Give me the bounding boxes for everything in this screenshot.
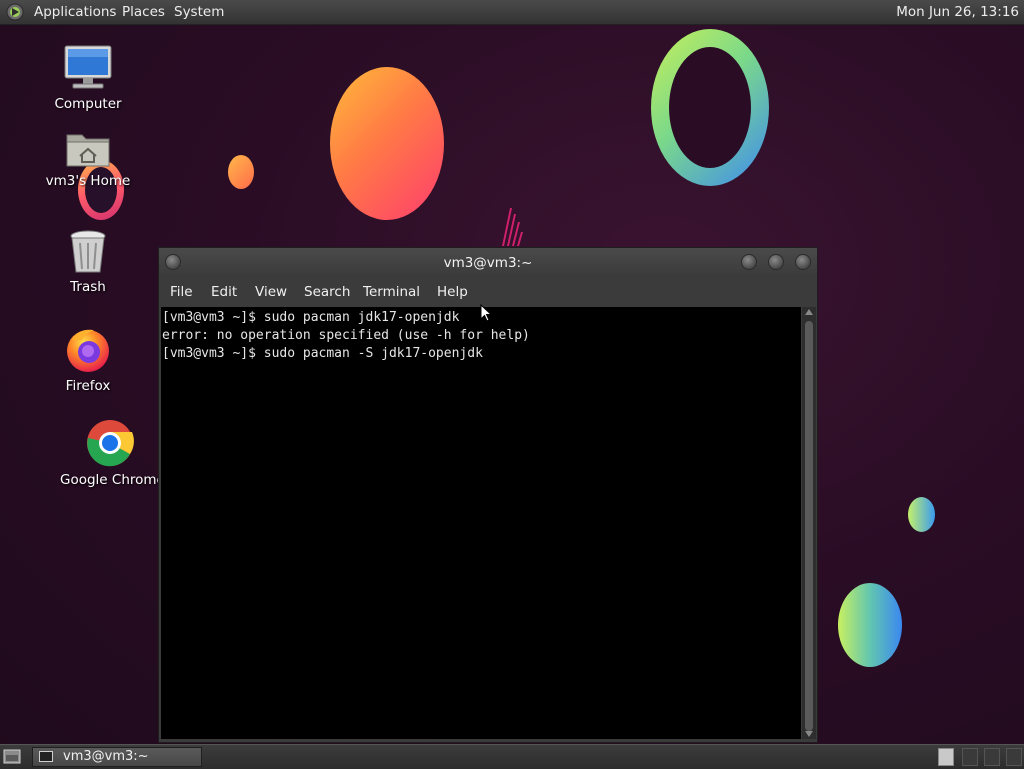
desktop-icon-chrome[interactable]: Google Chrome — [60, 418, 165, 488]
desktop-icon-label: Google Chrome — [60, 472, 165, 488]
wallpaper-blue-bubble — [838, 583, 902, 667]
terminal-icon — [39, 751, 53, 762]
window-menu-button[interactable] — [165, 254, 181, 270]
desktop-icon-label: Trash — [70, 279, 106, 295]
scroll-up-arrow-icon[interactable] — [805, 309, 813, 315]
wallpaper-gradient-ring — [651, 29, 769, 186]
desktop-icon-trash[interactable]: Trash — [38, 229, 138, 295]
home-folder-icon — [66, 134, 110, 167]
workspace-2[interactable] — [962, 748, 978, 766]
desktop-icon-firefox[interactable]: Firefox — [38, 326, 138, 394]
wallpaper-stripes — [502, 208, 523, 246]
menu-edit[interactable]: Edit — [211, 284, 237, 300]
terminal-scrollbar[interactable] — [802, 307, 816, 739]
wallpaper-small-orange-bubble — [228, 155, 254, 189]
menu-file[interactable]: File — [170, 284, 193, 300]
trash-icon — [70, 230, 106, 273]
top-panel: Applications Places System Mon Jun 26, 1… — [0, 0, 1024, 25]
desktop-icon-label: Computer — [54, 96, 122, 112]
desktop-icon-label: Firefox — [65, 378, 111, 394]
menu-view[interactable]: View — [255, 284, 287, 300]
workspace-1[interactable] — [938, 748, 954, 766]
places-menu[interactable]: Places — [122, 4, 165, 20]
terminal-menu-bar: File Edit View Search Terminal Help — [159, 278, 817, 306]
window-title: vm3@vm3:~ — [443, 255, 533, 271]
close-button[interactable] — [795, 254, 811, 270]
mouse-pointer-icon — [480, 304, 492, 322]
desktop-icon-computer[interactable]: Computer — [38, 44, 138, 112]
desktop-icon-label: vm3's Home — [45, 173, 131, 189]
window-title-bar[interactable]: vm3@vm3:~ — [159, 248, 817, 278]
clock[interactable]: Mon Jun 26, 13:16 — [896, 4, 1019, 20]
taskbar-item-label: vm3@vm3:~ — [63, 749, 149, 764]
taskbar-item-terminal[interactable]: vm3@vm3:~ — [32, 747, 202, 767]
maximize-button[interactable] — [768, 254, 784, 270]
scrollbar-thumb[interactable] — [805, 321, 813, 731]
bottom-panel: vm3@vm3:~ — [0, 744, 1024, 769]
terminal-output[interactable]: [vm3@vm3 ~]$ sudo pacman jdk17-openjdk er… — [161, 307, 801, 739]
computer-icon — [64, 45, 112, 89]
terminal-line: [vm3@vm3 ~]$ sudo pacman -S jdk17-openjd… — [162, 346, 483, 361]
scroll-down-arrow-icon[interactable] — [805, 731, 813, 737]
minimize-button[interactable] — [741, 254, 757, 270]
workspace-3[interactable] — [984, 748, 1000, 766]
applications-menu[interactable]: Applications — [34, 4, 116, 20]
desktop-icon-home[interactable]: vm3's Home — [38, 129, 138, 189]
menu-terminal[interactable]: Terminal — [363, 284, 420, 300]
firefox-icon — [67, 329, 109, 372]
system-menu[interactable]: System — [174, 4, 224, 20]
menu-help[interactable]: Help — [437, 284, 468, 300]
menu-search[interactable]: Search — [304, 284, 350, 300]
applications-menu-icon[interactable] — [6, 3, 24, 21]
chrome-icon — [87, 420, 134, 467]
show-desktop-icon[interactable] — [3, 749, 21, 764]
wallpaper-orange-bubble — [330, 67, 444, 220]
workspace-4[interactable] — [1006, 748, 1022, 766]
terminal-line: error: no operation specified (use -h fo… — [162, 328, 530, 343]
wallpaper-small-blue-bubble — [908, 497, 935, 532]
